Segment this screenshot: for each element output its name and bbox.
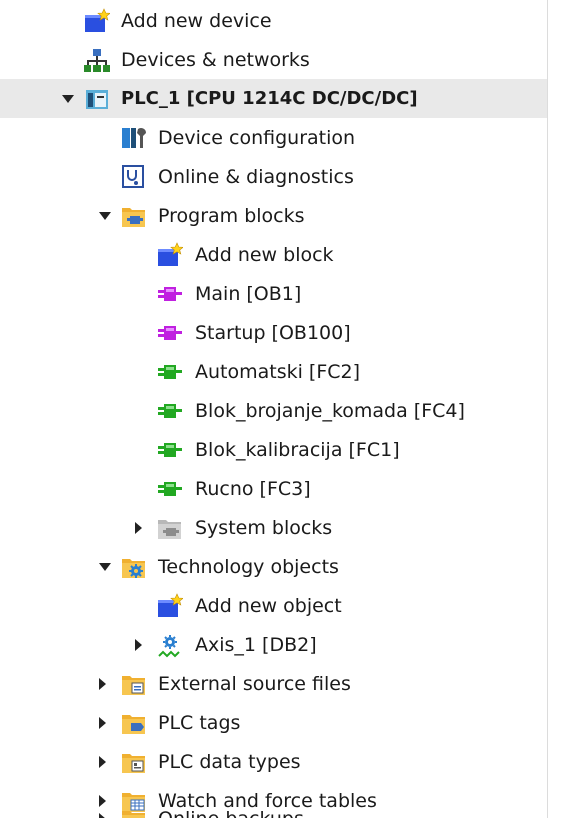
tree-item-label: Main [OB1] <box>195 283 302 305</box>
add-new-icon <box>157 593 184 619</box>
tree-item-external-source-files[interactable]: External source files <box>0 665 547 703</box>
folder-system-icon <box>157 515 183 541</box>
expand-arrow-icon[interactable] <box>62 95 74 103</box>
tree-item-label: Startup [OB100] <box>195 322 351 344</box>
tree-item-automatski-fc2[interactable]: Automatski [FC2] <box>0 353 547 391</box>
network-icon <box>84 47 110 73</box>
tree-item-main-ob1[interactable]: Main [OB1] <box>0 275 547 313</box>
folder-backups-icon <box>121 806 147 818</box>
tree-item-label: Online & diagnostics <box>158 166 354 188</box>
tree-item-devices-networks[interactable]: Devices & networks <box>0 41 547 79</box>
folder-datatypes-icon <box>121 749 147 775</box>
device-config-icon <box>121 125 147 151</box>
fc-block-icon <box>157 437 183 463</box>
tree-item-label: Axis_1 [DB2] <box>195 634 317 656</box>
folder-tags-icon <box>121 710 147 736</box>
tree-item-label: Online backups <box>158 807 304 818</box>
tree-item-device-configuration[interactable]: Device configuration <box>0 119 547 157</box>
ob-block-icon <box>157 320 183 346</box>
tree-item-rucno-fc3[interactable]: Rucno [FC3] <box>0 470 547 508</box>
project-tree: Add new device Devices & networks PLC_1 … <box>0 0 572 818</box>
tree-item-label: System blocks <box>195 517 333 539</box>
tree-item-label: Add new block <box>195 244 334 266</box>
expand-arrow-icon[interactable] <box>135 522 142 534</box>
axis-icon <box>157 632 183 658</box>
panel-divider <box>547 0 548 818</box>
tree-item-label: Rucno [FC3] <box>195 478 311 500</box>
tree-item-blok-kalibracija-fc1[interactable]: Blok_kalibracija [FC1] <box>0 431 547 469</box>
tree-item-plc-1[interactable]: PLC_1 [CPU 1214C DC/DC/DC] <box>0 80 547 118</box>
tree-item-axis-1-db2[interactable]: Axis_1 [DB2] <box>0 626 547 664</box>
folder-technology-icon <box>121 554 147 580</box>
tree-item-online-backups[interactable]: Online backups <box>0 800 547 818</box>
tree-item-label: PLC tags <box>158 712 241 734</box>
tree-item-blok-brojanje-komada-fc4[interactable]: Blok_brojanje_komada [FC4] <box>0 392 547 430</box>
fc-block-icon <box>157 359 183 385</box>
tree-item-label: External source files <box>158 673 351 695</box>
tree-item-add-new-object[interactable]: Add new object <box>0 587 547 625</box>
tree-item-plc-data-types[interactable]: PLC data types <box>0 743 547 781</box>
tree-item-technology-objects[interactable]: Technology objects <box>0 548 547 586</box>
plc-icon <box>84 86 110 112</box>
add-new-icon <box>157 242 184 268</box>
tree-item-label: Blok_kalibracija [FC1] <box>195 439 400 461</box>
expand-arrow-icon[interactable] <box>99 212 111 220</box>
clipped-row-container: Online backups <box>0 798 547 818</box>
tree-item-label: Devices & networks <box>121 49 310 71</box>
tree-item-label: Blok_brojanje_komada [FC4] <box>195 400 465 422</box>
tree-item-add-new-block[interactable]: Add new block <box>0 236 547 274</box>
tree-item-label: Device configuration <box>158 127 356 149</box>
tree-item-label: Program blocks <box>158 205 305 227</box>
tree-item-startup-ob100[interactable]: Startup [OB100] <box>0 314 547 352</box>
tree-item-program-blocks[interactable]: Program blocks <box>0 197 547 235</box>
expand-arrow-icon[interactable] <box>99 678 106 690</box>
tree-item-label: Add new object <box>195 595 342 617</box>
tree-item-label: PLC_1 [CPU 1214C DC/DC/DC] <box>121 88 418 109</box>
tree-item-add-new-device[interactable]: Add new device <box>0 2 547 40</box>
folder-external-icon <box>121 671 147 697</box>
tree-item-label: Technology objects <box>158 556 339 578</box>
fc-block-icon <box>157 398 183 424</box>
expand-arrow-icon[interactable] <box>99 756 106 768</box>
ob-block-icon <box>157 281 183 307</box>
diagnostics-icon <box>121 164 147 190</box>
add-new-icon <box>84 8 111 34</box>
tree-item-system-blocks[interactable]: System blocks <box>0 509 547 547</box>
folder-blocks-icon <box>121 203 147 229</box>
tree-item-label: Automatski [FC2] <box>195 361 361 383</box>
expand-arrow-icon[interactable] <box>99 717 106 729</box>
tree-item-label: Add new device <box>121 10 272 32</box>
expand-arrow-icon[interactable] <box>99 563 111 571</box>
expand-arrow-icon[interactable] <box>99 813 106 818</box>
tree-item-label: PLC data types <box>158 751 301 773</box>
tree-item-online-diagnostics[interactable]: Online & diagnostics <box>0 158 547 196</box>
fc-block-icon <box>157 476 183 502</box>
expand-arrow-icon[interactable] <box>135 639 142 651</box>
tree-item-plc-tags[interactable]: PLC tags <box>0 704 547 742</box>
